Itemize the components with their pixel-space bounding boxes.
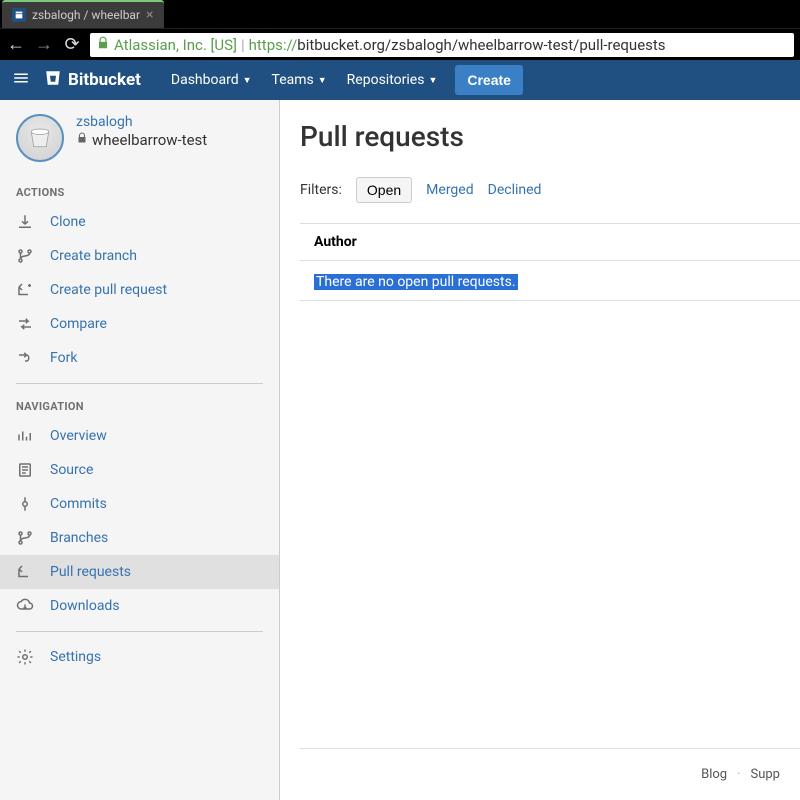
filters-row: Filters: Open Merged Declined <box>300 177 800 203</box>
commits-icon <box>16 495 34 513</box>
bitbucket-icon <box>44 69 62 92</box>
padlock-icon <box>96 36 110 54</box>
browser-toolbar: ← → ⟳ Atlassian, Inc. [US] | https://bit… <box>0 28 800 60</box>
sidebar: zsbalogh wheelbarrow-test ACTIONS Clone … <box>0 100 280 800</box>
divider <box>16 383 263 384</box>
brand-text: Bitbucket <box>68 70 141 90</box>
sidebar-item-create-branch[interactable]: Create branch <box>0 239 279 273</box>
ssl-company: Atlassian, Inc. [US] <box>114 36 237 54</box>
filter-declined[interactable]: Declined <box>488 182 542 198</box>
chevron-down-icon: ▼ <box>428 75 437 86</box>
sidebar-item-settings[interactable]: Settings <box>0 640 279 674</box>
branches-icon <box>16 529 34 547</box>
top-navigation: Bitbucket Dashboard▼ Teams▼ Repositories… <box>0 60 800 100</box>
hamburger-icon[interactable] <box>12 69 30 91</box>
filter-open[interactable]: Open <box>356 177 412 203</box>
footer: Blog · Supp <box>300 748 800 800</box>
sidebar-item-downloads[interactable]: Downloads <box>0 589 279 623</box>
repo-owner-link[interactable]: zsbalogh <box>76 114 207 130</box>
sidebar-item-commits[interactable]: Commits <box>0 487 279 521</box>
brand-logo[interactable]: Bitbucket <box>44 69 141 92</box>
repo-avatar-icon[interactable] <box>16 114 64 162</box>
cloud-download-icon <box>16 597 34 615</box>
sidebar-item-fork[interactable]: Fork <box>0 341 279 375</box>
filter-merged[interactable]: Merged <box>426 182 473 198</box>
gear-icon <box>16 648 34 666</box>
fork-icon <box>16 349 34 367</box>
repo-name: wheelbarrow-test <box>76 131 207 149</box>
nav-repositories[interactable]: Repositories▼ <box>337 72 448 88</box>
chevron-down-icon: ▼ <box>318 75 327 86</box>
address-bar[interactable]: Atlassian, Inc. [US] | https://bitbucket… <box>90 33 794 57</box>
sidebar-item-clone[interactable]: Clone <box>0 205 279 239</box>
pr-create-icon <box>16 281 34 299</box>
lock-icon <box>76 132 88 148</box>
forward-button[interactable]: → <box>34 34 54 55</box>
repo-header: zsbalogh wheelbarrow-test <box>0 114 279 178</box>
main-content: Pull requests Filters: Open Merged Decli… <box>280 100 800 800</box>
back-button[interactable]: ← <box>6 34 26 55</box>
table-header-author: Author <box>300 223 800 261</box>
source-icon <box>16 461 34 479</box>
sidebar-item-overview[interactable]: Overview <box>0 419 279 453</box>
create-button[interactable]: Create <box>455 65 523 95</box>
chevron-down-icon: ▼ <box>243 75 252 86</box>
table-empty-row: There are no open pull requests. <box>300 261 800 301</box>
footer-blog[interactable]: Blog <box>701 767 727 782</box>
reload-button[interactable]: ⟳ <box>62 34 82 55</box>
branch-icon <box>16 247 34 265</box>
download-icon <box>16 213 34 231</box>
pr-icon <box>16 563 34 581</box>
url-path: bitbucket.org/zsbalogh/wheelbarrow-test/… <box>297 36 665 54</box>
sidebar-item-branches[interactable]: Branches <box>0 521 279 555</box>
browser-tab-strip: zsbalogh / wheelbar × <box>0 0 800 28</box>
tab-title: zsbalogh / wheelbar <box>32 8 140 22</box>
compare-icon <box>16 315 34 333</box>
sidebar-item-compare[interactable]: Compare <box>0 307 279 341</box>
filters-label: Filters: <box>300 182 342 198</box>
tab-favicon-icon <box>12 8 26 22</box>
nav-dashboard[interactable]: Dashboard▼ <box>161 72 262 88</box>
section-actions-title: ACTIONS <box>0 178 279 205</box>
empty-message: There are no open pull requests. <box>314 274 518 290</box>
sidebar-item-pull-requests[interactable]: Pull requests <box>0 555 279 589</box>
nav-teams[interactable]: Teams▼ <box>262 72 337 88</box>
footer-support[interactable]: Supp <box>751 767 781 782</box>
main-layout: zsbalogh wheelbarrow-test ACTIONS Clone … <box>0 100 800 800</box>
url-protocol: https:// <box>249 36 298 54</box>
divider <box>16 631 263 632</box>
sidebar-item-source[interactable]: Source <box>0 453 279 487</box>
sidebar-item-create-pr[interactable]: Create pull request <box>0 273 279 307</box>
section-navigation-title: NAVIGATION <box>0 392 279 419</box>
overview-icon <box>16 427 34 445</box>
tab-close-icon[interactable]: × <box>146 8 153 22</box>
browser-tab[interactable]: zsbalogh / wheelbar × <box>2 0 164 28</box>
page-title: Pull requests <box>300 120 800 153</box>
